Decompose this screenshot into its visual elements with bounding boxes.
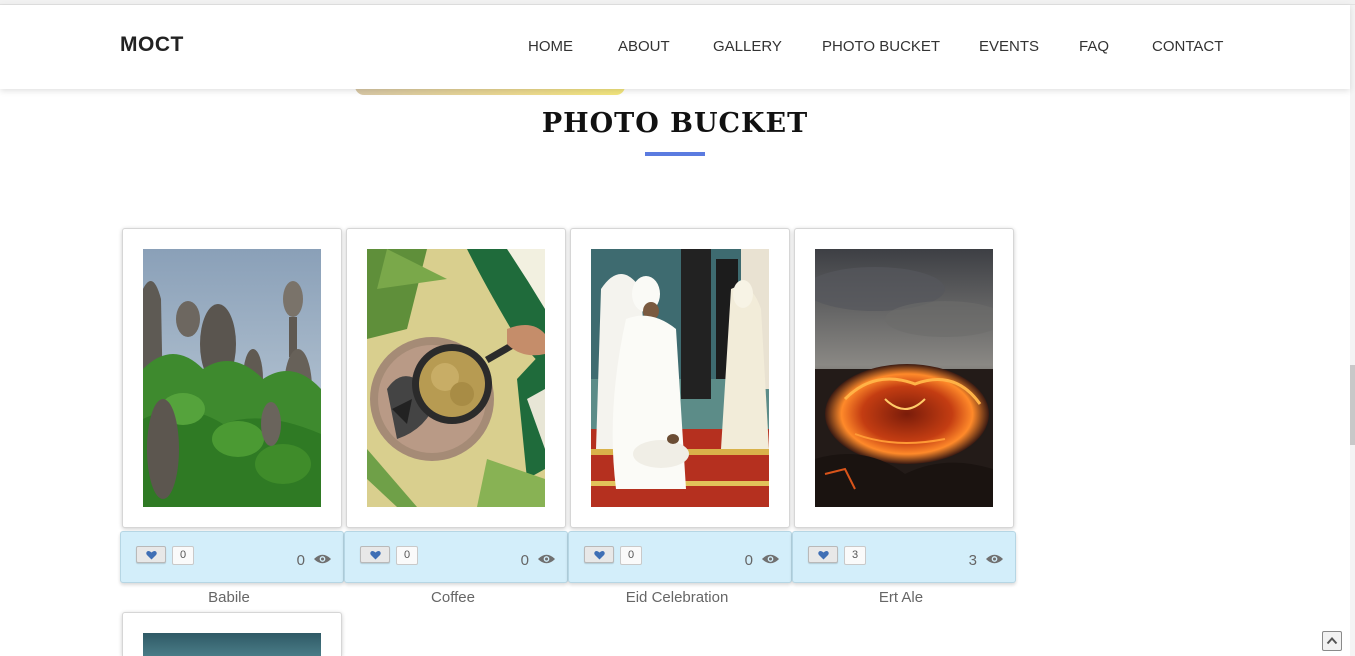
navbar: MOCT HOME ABOUT GALLERY PHOTO BUCKET EVE… [0, 5, 1350, 89]
chevron-up-icon [1326, 637, 1338, 645]
photo-card-eid-celebration[interactable] [570, 228, 790, 528]
nav-home[interactable]: HOME [528, 38, 573, 55]
nav-about[interactable]: ABOUT [618, 38, 670, 55]
main-nav: HOME ABOUT GALLERY PHOTO BUCKET EVENTS F… [0, 38, 1350, 58]
photo-stats-ert-ale: 3 3 [792, 531, 1016, 583]
nav-contact[interactable]: CONTACT [1152, 38, 1223, 55]
like-count: 0 [620, 546, 642, 565]
like-count: 0 [172, 546, 194, 565]
nav-events[interactable]: EVENTS [979, 38, 1039, 55]
photo-next[interactable] [143, 633, 321, 656]
page-scrollbar[interactable] [1350, 5, 1355, 656]
scrollbar-thumb[interactable] [1350, 365, 1355, 445]
photo-card-coffee[interactable] [346, 228, 566, 528]
photo-card-babile[interactable] [122, 228, 342, 528]
view-count: 3 [968, 552, 977, 569]
nav-gallery[interactable]: GALLERY [713, 38, 782, 55]
like-button[interactable] [360, 546, 390, 563]
photo-caption-babile: Babile [208, 589, 250, 606]
photo-babile[interactable] [143, 249, 321, 507]
page-title: PHOTO BUCKET [541, 108, 809, 139]
nav-photo-bucket[interactable]: PHOTO BUCKET [822, 38, 940, 55]
like-count: 0 [396, 546, 418, 565]
photo-stats-eid-celebration: 0 0 [568, 531, 792, 583]
view-count: 0 [520, 552, 529, 569]
photo-stats-babile: 0 0 [120, 531, 344, 583]
like-count: 3 [844, 546, 866, 565]
heart-icon [370, 550, 381, 560]
photo-eid-celebration[interactable] [591, 249, 769, 507]
heart-icon [594, 550, 605, 560]
eye-icon [761, 554, 780, 564]
eye-icon [985, 554, 1004, 564]
like-button[interactable] [584, 546, 614, 563]
eye-icon [313, 554, 332, 564]
photo-ert-ale[interactable] [815, 249, 993, 507]
photo-stats-coffee: 0 0 [344, 531, 568, 583]
view-count: 0 [296, 552, 305, 569]
photo-coffee[interactable] [367, 249, 545, 507]
photo-card-next[interactable] [122, 612, 342, 656]
photo-caption-eid-celebration: Eid Celebration [625, 589, 729, 606]
title-underline [645, 152, 705, 156]
like-button[interactable] [808, 546, 838, 563]
photo-card-ert-ale[interactable] [794, 228, 1014, 528]
scroll-to-top-button[interactable] [1322, 631, 1342, 651]
photo-caption-coffee: Coffee [431, 589, 475, 606]
view-count: 0 [744, 552, 753, 569]
photo-caption-ert-ale: Ert Ale [878, 589, 924, 606]
nav-faq[interactable]: FAQ [1079, 38, 1109, 55]
like-button[interactable] [136, 546, 166, 563]
eye-icon [537, 554, 556, 564]
heart-icon [818, 550, 829, 560]
heart-icon [146, 550, 157, 560]
